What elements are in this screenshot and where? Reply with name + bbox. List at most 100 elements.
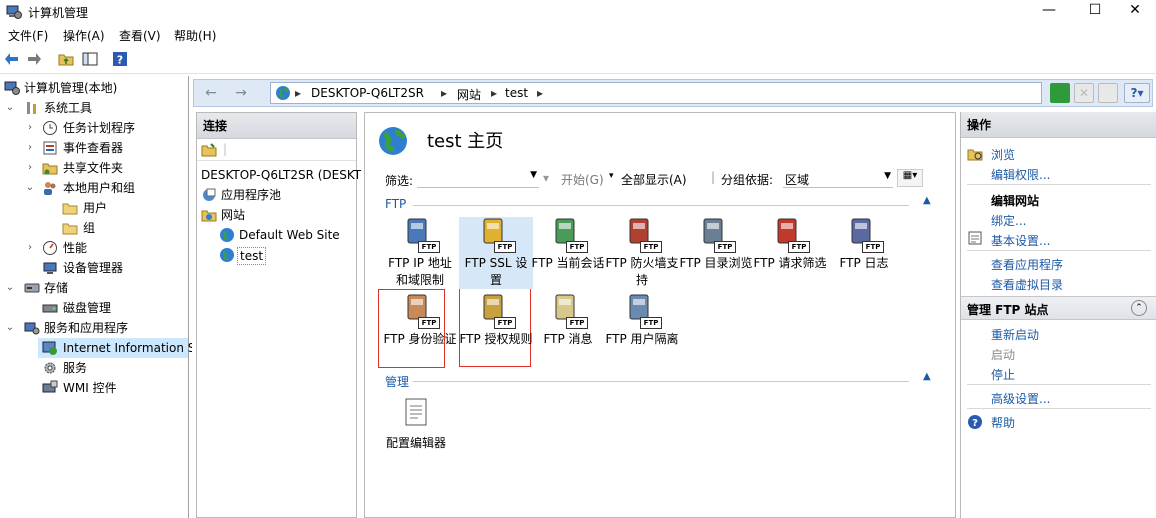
chevron-down-icon[interactable]: ⌄ xyxy=(24,178,36,198)
folder-icon xyxy=(62,223,78,235)
breadcrumb-site[interactable]: test xyxy=(505,86,528,100)
manage-ftp-header[interactable]: 管理 FTP 站点 ⌃ xyxy=(961,296,1156,320)
forward-arrow-icon[interactable]: → xyxy=(230,84,252,102)
tree-users[interactable]: 用户 xyxy=(0,198,189,218)
conn-default-web-site[interactable]: Default Web Site xyxy=(197,225,356,245)
tree-event-viewer[interactable]: › 事件查看器 xyxy=(0,138,189,158)
feature-label: 配置编辑器 xyxy=(385,436,446,450)
show-all-button[interactable]: 全部显示(A) xyxy=(621,171,687,188)
feature-label: FTP 防火墙支持 xyxy=(605,256,679,287)
tree-disk-management[interactable]: 磁盘管理 xyxy=(0,298,189,318)
ftp-feature-icon: FTP xyxy=(626,293,662,329)
connections-header: 连接 xyxy=(197,113,356,139)
users-icon xyxy=(44,182,56,195)
action-view-applications[interactable]: 查看应用程序 xyxy=(991,256,1063,273)
back-arrow-icon[interactable] xyxy=(4,51,20,67)
refresh-icon[interactable] xyxy=(1050,83,1070,103)
feature-ftp-row2-1[interactable]: FTP FTP 授权规则 xyxy=(459,293,533,348)
chevron-down-icon[interactable]: ⌄ xyxy=(4,278,16,298)
feature-ftp-row1-2[interactable]: FTP FTP 当前会话 xyxy=(531,217,605,272)
menu-action[interactable]: 操作(A) xyxy=(63,27,105,44)
show-hide-tree-icon[interactable] xyxy=(82,51,98,67)
tree-iis[interactable]: Internet Information S xyxy=(38,338,195,358)
home-icon[interactable] xyxy=(1098,83,1118,103)
menu-help[interactable]: 帮助(H) xyxy=(174,27,216,44)
menu-view[interactable]: 查看(V) xyxy=(119,27,161,44)
action-stop[interactable]: 停止 xyxy=(991,366,1015,383)
action-basic-settings[interactable]: 基本设置... xyxy=(991,232,1050,249)
view-mode-icon[interactable]: ▦▾ xyxy=(897,169,923,187)
storage-icon xyxy=(24,283,40,293)
start-filter-button[interactable]: 开始(G) xyxy=(561,171,604,188)
action-browse[interactable]: 浏览 xyxy=(991,146,1015,163)
breadcrumb-sites[interactable]: 网站 xyxy=(457,86,481,103)
tree-services-apps[interactable]: ⌄ 服务和应用程序 xyxy=(0,318,189,338)
tree-system-tools[interactable]: ⌄ 系统工具 xyxy=(0,98,189,118)
tree-root[interactable]: 计算机管理(本地) xyxy=(0,78,189,98)
config-editor-icon xyxy=(405,398,427,426)
conn-app-pools[interactable]: 应用程序池 xyxy=(197,185,356,205)
tree-performance[interactable]: › 性能 xyxy=(0,238,189,258)
feature-ftp-row1-0[interactable]: FTP FTP IP 地址和域限制 xyxy=(383,217,457,289)
feature-ftp-row2-2[interactable]: FTP FTP 消息 xyxy=(531,293,605,348)
ftp-feature-icon: FTP xyxy=(552,293,588,329)
tree-services[interactable]: 服务 xyxy=(0,358,189,378)
menu-file[interactable]: 文件(F) xyxy=(8,27,48,44)
collapse-icon[interactable]: ⌃ xyxy=(1131,300,1147,316)
chevron-down-icon[interactable]: ⌄ xyxy=(4,98,16,118)
breadcrumb[interactable]: ▸ DESKTOP-Q6LT2SR ▸ 网站 ▸ test ▸ xyxy=(270,82,1042,104)
action-help[interactable]: 帮助 xyxy=(991,414,1015,431)
feature-ftp-row1-1[interactable]: FTP FTP SSL 设置 xyxy=(459,217,533,289)
chevron-right-icon[interactable]: › xyxy=(24,238,36,258)
group-by-select[interactable]: 区域 ▼ xyxy=(783,168,893,188)
feature-ftp-row1-3[interactable]: FTP FTP 防火墙支持 xyxy=(605,217,679,289)
action-restart[interactable]: 重新启动 xyxy=(991,326,1039,343)
close-button[interactable]: ✕ xyxy=(1112,0,1156,24)
tree-groups[interactable]: 组 xyxy=(0,218,189,238)
forward-arrow-icon[interactable] xyxy=(26,51,42,67)
back-arrow-icon[interactable]: ← xyxy=(200,84,222,102)
action-advanced-settings[interactable]: 高级设置... xyxy=(991,390,1050,407)
filter-bar: 筛选: ▼ ▾ 开始(G) ▾ 全部显示(A) | 分组依据: 区域 ▼ ▦▾ xyxy=(365,165,955,191)
feature-label: FTP 目录浏览 xyxy=(679,256,753,270)
features-view: test 主页 筛选: ▼ ▾ 开始(G) ▾ 全部显示(A) | 分组依据: … xyxy=(364,112,956,518)
action-edit-permissions[interactable]: 编辑权限... xyxy=(991,166,1050,183)
feature-ftp-row1-4[interactable]: FTP FTP 目录浏览 xyxy=(679,217,753,272)
tree-shared-folders[interactable]: › 共享文件夹 xyxy=(0,158,189,178)
action-bindings[interactable]: 绑定... xyxy=(991,212,1026,229)
services-apps-icon xyxy=(24,322,40,335)
tree-local-users[interactable]: ⌄ 本地用户和组 xyxy=(0,178,189,198)
feature-config-editor[interactable]: 配置编辑器 xyxy=(379,397,453,452)
feature-ftp-row1-6[interactable]: FTP FTP 日志 xyxy=(827,217,901,272)
feature-ftp-row2-0[interactable]: FTP FTP 身份验证 xyxy=(383,293,457,348)
feature-ftp-row1-5[interactable]: FTP FTP 请求筛选 xyxy=(753,217,827,272)
feature-label: FTP 请求筛选 xyxy=(753,256,827,270)
ftp-feature-icon: FTP xyxy=(480,293,516,329)
chevron-down-icon[interactable]: ⌄ xyxy=(4,318,16,338)
help-icon[interactable]: ? xyxy=(112,51,128,67)
chevron-right-icon[interactable]: › xyxy=(24,158,36,178)
group-ftp[interactable]: FTP ▲ xyxy=(385,195,935,213)
breadcrumb-server[interactable]: DESKTOP-Q6LT2SR xyxy=(311,86,424,100)
up-folder-icon[interactable] xyxy=(58,51,74,67)
filter-input[interactable]: ▼ xyxy=(417,168,539,188)
tree-storage[interactable]: ⌄ 存储 xyxy=(0,278,189,298)
help-dropdown-icon[interactable]: ?▾ xyxy=(1124,83,1150,103)
tree-wmi[interactable]: WMI 控件 xyxy=(0,378,189,398)
conn-sites[interactable]: 网站 xyxy=(197,205,356,225)
title-bar: 计算机管理 — ☐ ✕ xyxy=(0,0,1156,24)
console-tree: 计算机管理(本地) ⌄ 系统工具 › 任务计划程序 › 事件查看器 › 共享文件… xyxy=(0,76,195,518)
chevron-right-icon[interactable]: › xyxy=(24,118,36,138)
action-view-virtual-dirs[interactable]: 查看虚拟目录 xyxy=(991,276,1063,293)
tree-device-manager[interactable]: 设备管理器 xyxy=(0,258,189,278)
minimize-button[interactable]: — xyxy=(1026,0,1072,24)
ftp-feature-icon: FTP xyxy=(480,217,516,253)
stop-icon[interactable]: ✕ xyxy=(1074,83,1094,103)
chevron-right-icon[interactable]: › xyxy=(24,138,36,158)
tree-task-scheduler[interactable]: › 任务计划程序 xyxy=(0,118,189,138)
wmi-icon xyxy=(42,380,58,393)
feature-ftp-row2-3[interactable]: FTP FTP 用户隔离 xyxy=(605,293,679,348)
conn-test-site[interactable]: test xyxy=(197,245,356,265)
new-connection-icon[interactable] xyxy=(201,142,217,158)
group-management[interactable]: 管理 ▲ xyxy=(385,371,935,389)
